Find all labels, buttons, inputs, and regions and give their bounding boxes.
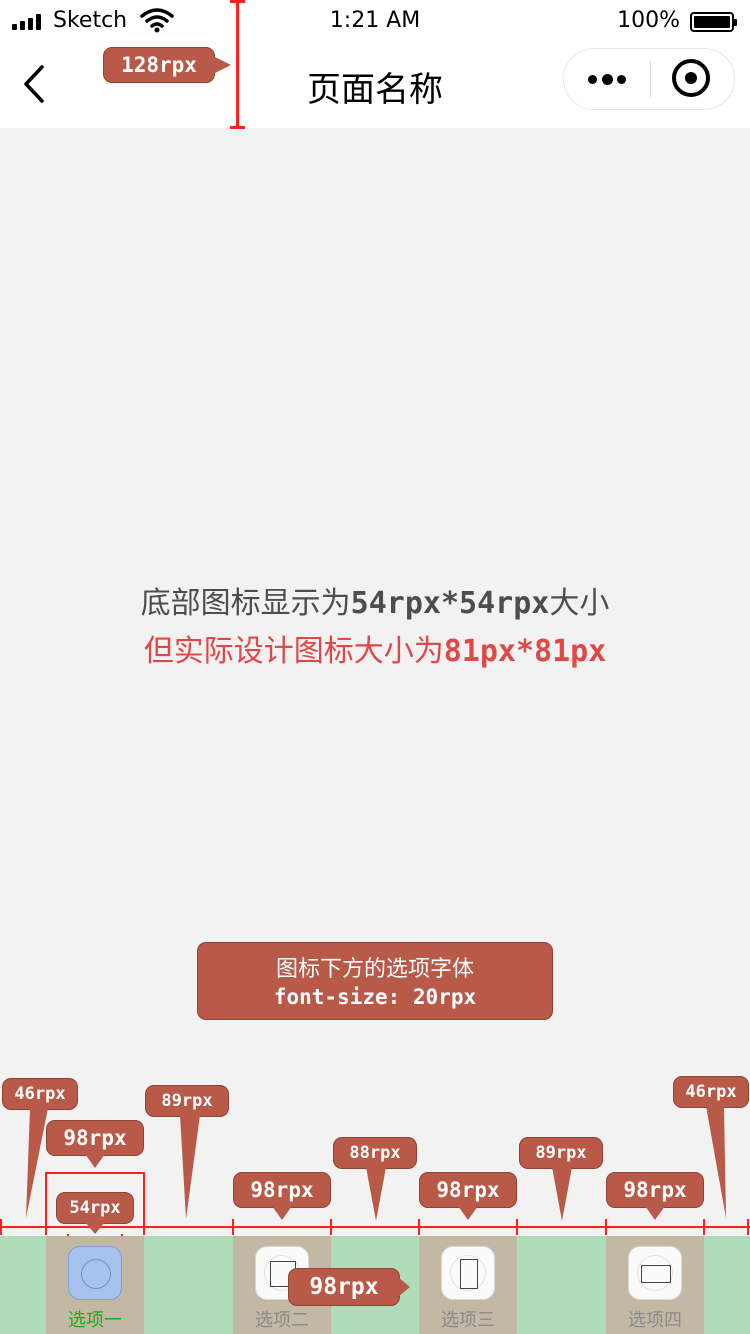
font-size-note: 图标下方的选项字体 font-size: 20rpx <box>197 942 553 1020</box>
icon-width-pointer <box>85 1222 105 1234</box>
tick-233 <box>232 1219 234 1235</box>
tab-label: 选项四 <box>628 1310 682 1330</box>
nav-height-cap-top <box>230 0 245 3</box>
tab3-width-pointer <box>458 1206 478 1220</box>
right-margin-pointer <box>706 1106 726 1218</box>
gap2-pointer <box>366 1167 386 1221</box>
right-margin-callout: 46rpx <box>673 1076 749 1108</box>
capsule-menu <box>563 48 735 110</box>
measure-baseline <box>0 1226 750 1228</box>
note1-prefix: 底部图标显示为 <box>140 587 351 620</box>
note1-suffix: 大小 <box>549 587 610 620</box>
portrait-rect-icon <box>441 1246 495 1300</box>
tab1-width-line <box>45 1172 145 1174</box>
font-note-title: 图标下方的选项字体 <box>275 956 474 981</box>
tick-704 <box>703 1219 705 1235</box>
tick-331 <box>330 1219 332 1235</box>
gap1-pointer <box>180 1115 200 1219</box>
tab-option-4[interactable]: 选项四 <box>606 1236 704 1334</box>
more-dots-icon[interactable] <box>564 49 650 109</box>
tab4-width-callout: 98rpx <box>606 1172 704 1208</box>
tab-label: 选项二 <box>255 1310 309 1330</box>
tab2-width-callout: 98rpx <box>233 1172 331 1208</box>
tick-606 <box>605 1219 607 1235</box>
tick-517 <box>516 1219 518 1235</box>
tab-option-1[interactable]: 选项一 <box>46 1236 144 1334</box>
note2-size: 81px*81px <box>443 634 607 669</box>
tab1-width-right <box>143 1172 145 1230</box>
gap3-pointer <box>552 1167 572 1221</box>
icon-display-note: 底部图标显示为54rpx*54rpx大小 <box>0 578 750 622</box>
nav-height-line <box>236 0 239 128</box>
tab4-width-pointer <box>645 1206 665 1220</box>
tab-option-3[interactable]: 选项三 <box>419 1236 517 1334</box>
tab3-width-callout: 98rpx <box>419 1172 517 1208</box>
note2-prefix: 但实际设计图标大小为 <box>143 635 444 668</box>
tick-419 <box>418 1219 420 1235</box>
bar-height-callout: 98rpx <box>288 1268 400 1306</box>
icon-design-note: 但实际设计图标大小为81px*81px <box>0 626 750 670</box>
landscape-rect-icon <box>628 1246 682 1300</box>
battery-percentage: 100% <box>617 8 680 33</box>
tab-label: 选项三 <box>441 1310 495 1330</box>
gap2-callout: 88rpx <box>333 1137 417 1169</box>
left-margin-callout: 46rpx <box>2 1078 78 1110</box>
tick-750 <box>747 1219 749 1235</box>
tab1-width-callout: 98rpx <box>46 1120 144 1156</box>
bar-height-pointer <box>398 1277 410 1297</box>
close-target-icon[interactable] <box>672 59 712 99</box>
tab-label: 选项一 <box>68 1310 122 1330</box>
icon-width-callout: 54rpx <box>56 1192 134 1224</box>
note1-size: 54rpx*54rpx <box>350 586 550 621</box>
circle-icon <box>68 1246 122 1300</box>
battery-icon <box>690 12 737 32</box>
gap3-callout: 89rpx <box>519 1137 603 1169</box>
nav-height-cap-bottom <box>230 126 245 129</box>
gap1-callout: 89rpx <box>145 1085 229 1117</box>
callout-pointer <box>213 56 231 74</box>
capsule-divider <box>650 61 651 97</box>
tab2-width-pointer <box>272 1206 292 1220</box>
nav-height-callout: 128rpx <box>103 47 215 83</box>
font-note-size: font-size: 20rpx <box>273 985 477 1009</box>
tick-0 <box>0 1219 2 1235</box>
tab1-width-pointer <box>85 1154 105 1168</box>
